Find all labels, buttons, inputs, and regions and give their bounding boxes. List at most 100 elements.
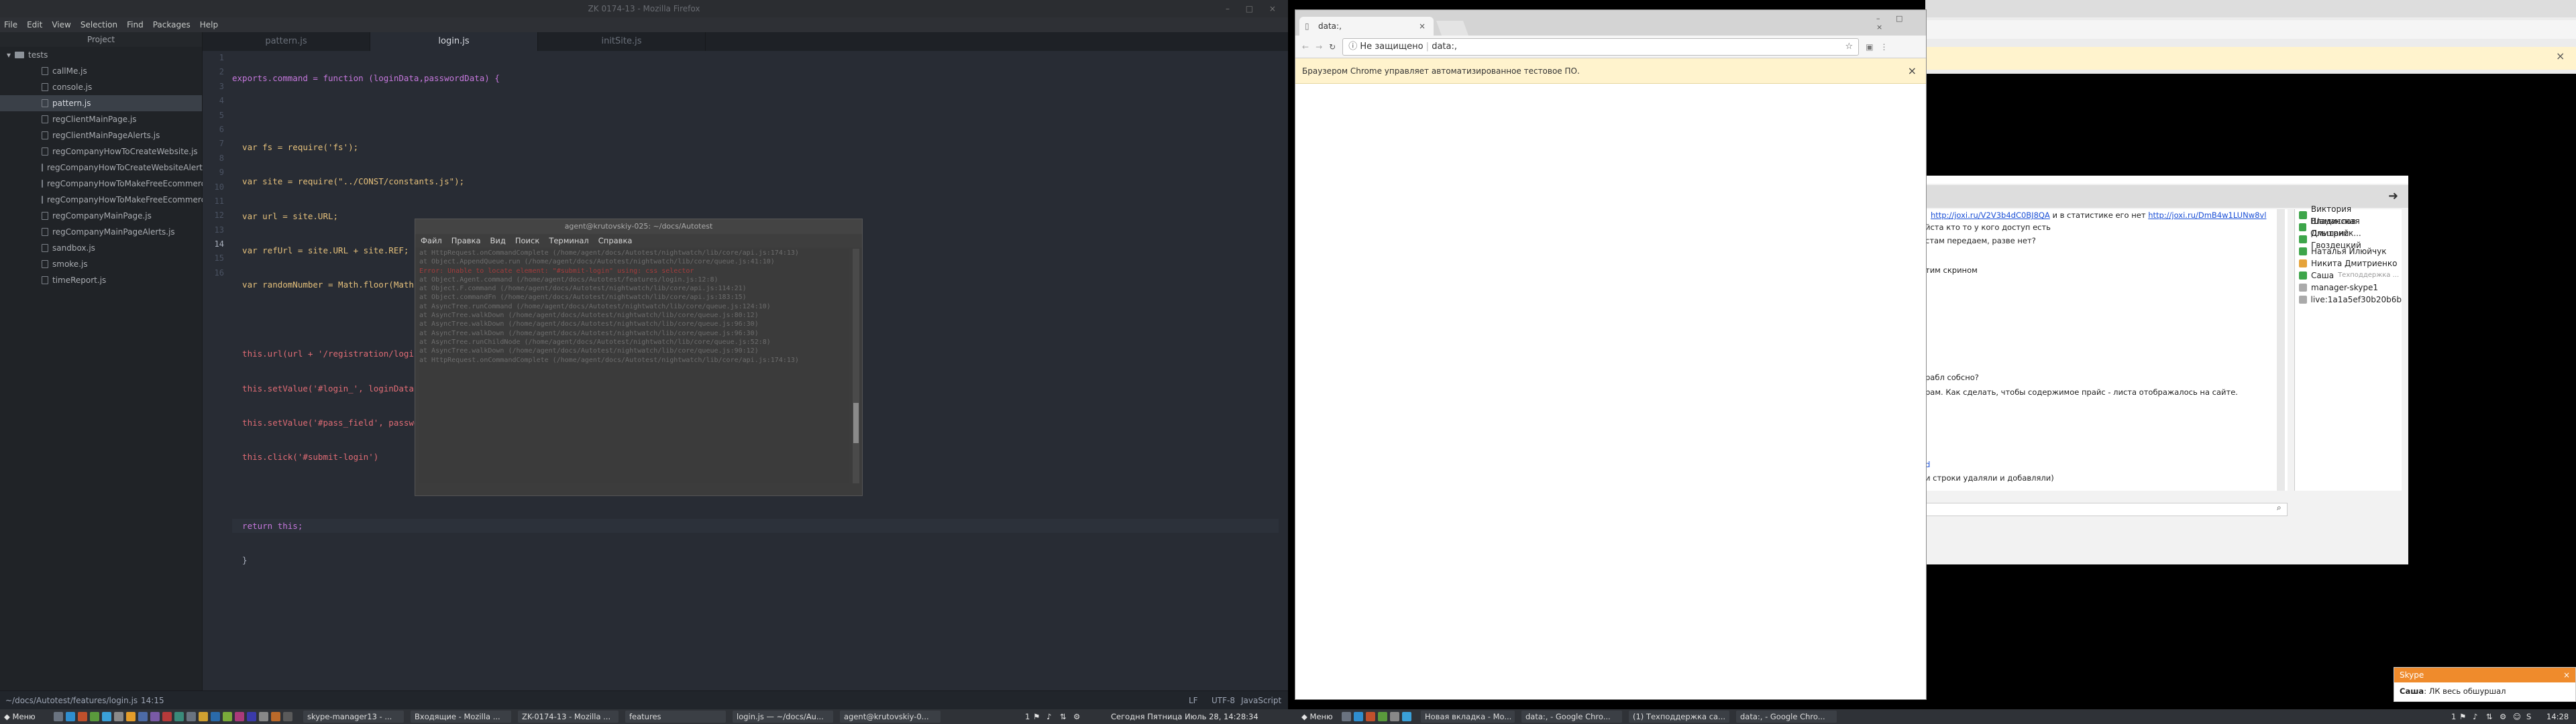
launcher-icon[interactable] [211,712,220,721]
tray-user-icon[interactable]: ☺ [2513,709,2521,724]
scrollbar-thumb[interactable] [853,403,859,443]
chrome-window[interactable]: ▯ data:, × – □ × ← → ↻ ⓘ Не защищено | d… [1295,9,1927,700]
launcher-icon[interactable] [66,712,75,721]
terminal-window[interactable]: agent@krutovskiy-025: ~/docs/Autotest Фа… [415,219,863,496]
chat-link[interactable]: http://joxi.ru/V2V3b4dC0BJ8QA [1931,210,2050,220]
terminal-output[interactable]: at HttpRequest.onCommandComplete (/home/… [419,249,849,483]
tray-network-icon[interactable]: ⇅ [1060,709,1067,724]
taskbar-item-skype[interactable]: skype-manager13 - ... [303,711,404,723]
tray-volume-icon[interactable]: ♪ [1046,709,1051,724]
launcher-icon[interactable] [90,712,99,721]
tab-initsite-js[interactable]: initSite.js [538,32,706,51]
tree-file-selected[interactable]: pattern.js [0,95,202,111]
tree-file[interactable]: regClientMainPageAlerts.js [0,127,202,143]
launcher-icon[interactable] [271,712,280,721]
taskbar-item-firefox-newtab[interactable]: Новая вкладка - Mo... [1421,711,1515,723]
clock-short[interactable]: 14:28 [2546,709,2569,724]
close-icon[interactable]: × [2563,668,2570,682]
tree-file[interactable]: smoke.js [0,256,202,272]
tray-network-icon[interactable]: ⇅ [2486,709,2493,724]
start-menu-button[interactable]: ◆ Меню [4,709,36,724]
launcher-icon[interactable] [1342,712,1351,721]
launcher-icon[interactable] [223,712,232,721]
taskbar-item-atom[interactable]: login.js — ~/docs/Au... [733,711,833,723]
terminal-menu-terminal[interactable]: Терминал [549,234,588,247]
launcher-icon[interactable] [186,712,196,721]
taskbar-item-chrome-1[interactable]: data:, - Google Chro... [1521,711,1622,723]
tray-volume-icon[interactable]: ♪ [2473,709,2477,724]
launcher-icon[interactable] [1366,712,1375,721]
launcher-icon[interactable] [235,712,244,721]
taskbar-item-chrome-2[interactable]: data:, - Google Chro... [1736,711,1837,723]
tree-file[interactable]: regCompanyMainPage.js [0,208,202,224]
close-icon[interactable]: × [2556,50,2565,62]
new-tab-button[interactable] [1436,21,1469,36]
tree-file[interactable]: regCompanyHowToMakeFreeEcommerceAlerts.j… [0,192,243,208]
tab-login-js[interactable]: login.js [370,32,538,51]
skype-window[interactable]: ➜ http://joxi.ru/V2V3b4dC0BJ8QA и в стат… [1925,176,2408,564]
tray-update-count[interactable]: 1 [1025,709,1030,724]
contact-item[interactable]: live:1a1a5ef30b20b6b [2295,294,2402,306]
menu-packages[interactable]: Packages [153,20,191,29]
chat-link[interactable]: http://joxi.ru/DmB4w1LUNw8vl [2148,210,2266,220]
window-controls[interactable]: – □ × [1226,0,1283,17]
tree-file[interactable]: regCompanyHowToCreateWebsiteAlerts.js [0,160,216,176]
close-icon[interactable]: × [1419,17,1426,36]
launcher-icon[interactable] [259,712,268,721]
omnibox[interactable]: ⓘ Не защищено | data:, ☆ [1342,38,1860,56]
forward-icon[interactable]: → [1316,42,1322,52]
tree-file[interactable]: regCompanyHowToMakeFreeEcommerce.js [0,176,219,192]
chat-input[interactable] [1925,503,2288,516]
tree-file[interactable]: console.js [0,79,202,95]
contact-item[interactable]: Никита Дмитриенко [2295,257,2402,269]
clock-long[interactable]: Сегодня Пятница Июль 28, 14:28:34 [1111,709,1258,724]
status-cursor-position[interactable]: 14:15 [141,691,164,710]
launcher-icon[interactable] [174,712,184,721]
chat-scrollbar[interactable] [2277,209,2285,491]
tree-file[interactable]: regClientMainPage.js [0,111,202,127]
taskbar-item-features[interactable]: features [625,711,726,723]
launcher-icon[interactable] [1402,712,1411,721]
tray-skype-icon[interactable]: S [2526,709,2531,724]
menu-selection[interactable]: Selection [80,20,117,29]
menu-find[interactable]: Find [127,20,144,29]
search-icon[interactable]: ⌕ [2277,503,2282,513]
launcher-icon[interactable] [1354,712,1363,721]
tree-file[interactable]: timeReport.js [0,272,202,288]
launcher-icon[interactable] [102,712,111,721]
launcher-icon[interactable] [126,712,136,721]
launcher-icon[interactable] [138,712,148,721]
contact-item[interactable]: Наталья Илюйчук [2295,245,2402,257]
tray-update-count-2[interactable]: 1 [2451,709,2456,724]
close-icon[interactable]: × [1908,58,1917,84]
menu-view[interactable]: View [52,20,70,29]
contact-item[interactable]: Саша Техподдержка ... [2295,269,2402,282]
launcher-icon[interactable] [199,712,208,721]
status-grammar[interactable]: JavaScript [1241,691,1281,710]
chrome-tab[interactable]: ▯ data:, × [1299,17,1434,36]
tree-file[interactable]: regCompanyHowToCreateWebsite.js [0,143,202,160]
tray-gear-icon[interactable]: ⚙ [2500,709,2506,724]
launcher-icon[interactable] [114,712,123,721]
taskbar-item-terminal[interactable]: agent@krutovskiy-0... [840,711,941,723]
window-controls[interactable]: – □ × [1876,14,1926,32]
extension-icon[interactable]: ▣ [1866,42,1873,52]
tree-file[interactable]: sandbox.js [0,240,202,256]
tree-folder-tests[interactable]: ▾ tests [0,47,202,63]
tray-flag-icon[interactable]: ⚑ [2459,709,2466,724]
terminal-menu-help[interactable]: Справка [598,234,633,247]
launcher-icon[interactable] [54,712,63,721]
status-file-path[interactable]: ~/docs/Autotest/features/login.js [5,691,138,710]
status-encoding[interactable]: UTF-8 [1212,691,1235,710]
terminal-menu-file[interactable]: Файл [421,234,442,247]
taskbar-item-firefox-zk[interactable]: ZK-0174-13 - Mozilla ... [518,711,619,723]
menu-dots-icon[interactable]: ⋮ [1880,42,1888,52]
launcher-icon[interactable] [162,712,172,721]
chrome-page-content[interactable] [1295,84,1926,699]
menu-file[interactable]: File [4,20,17,29]
status-line-ending[interactable]: LF [1189,691,1198,710]
launcher-icon[interactable] [1378,712,1387,721]
tray-gear-icon[interactable]: ⚙ [1073,709,1080,724]
tab-pattern-js[interactable]: pattern.js [203,32,370,51]
menu-edit[interactable]: Edit [27,20,42,29]
